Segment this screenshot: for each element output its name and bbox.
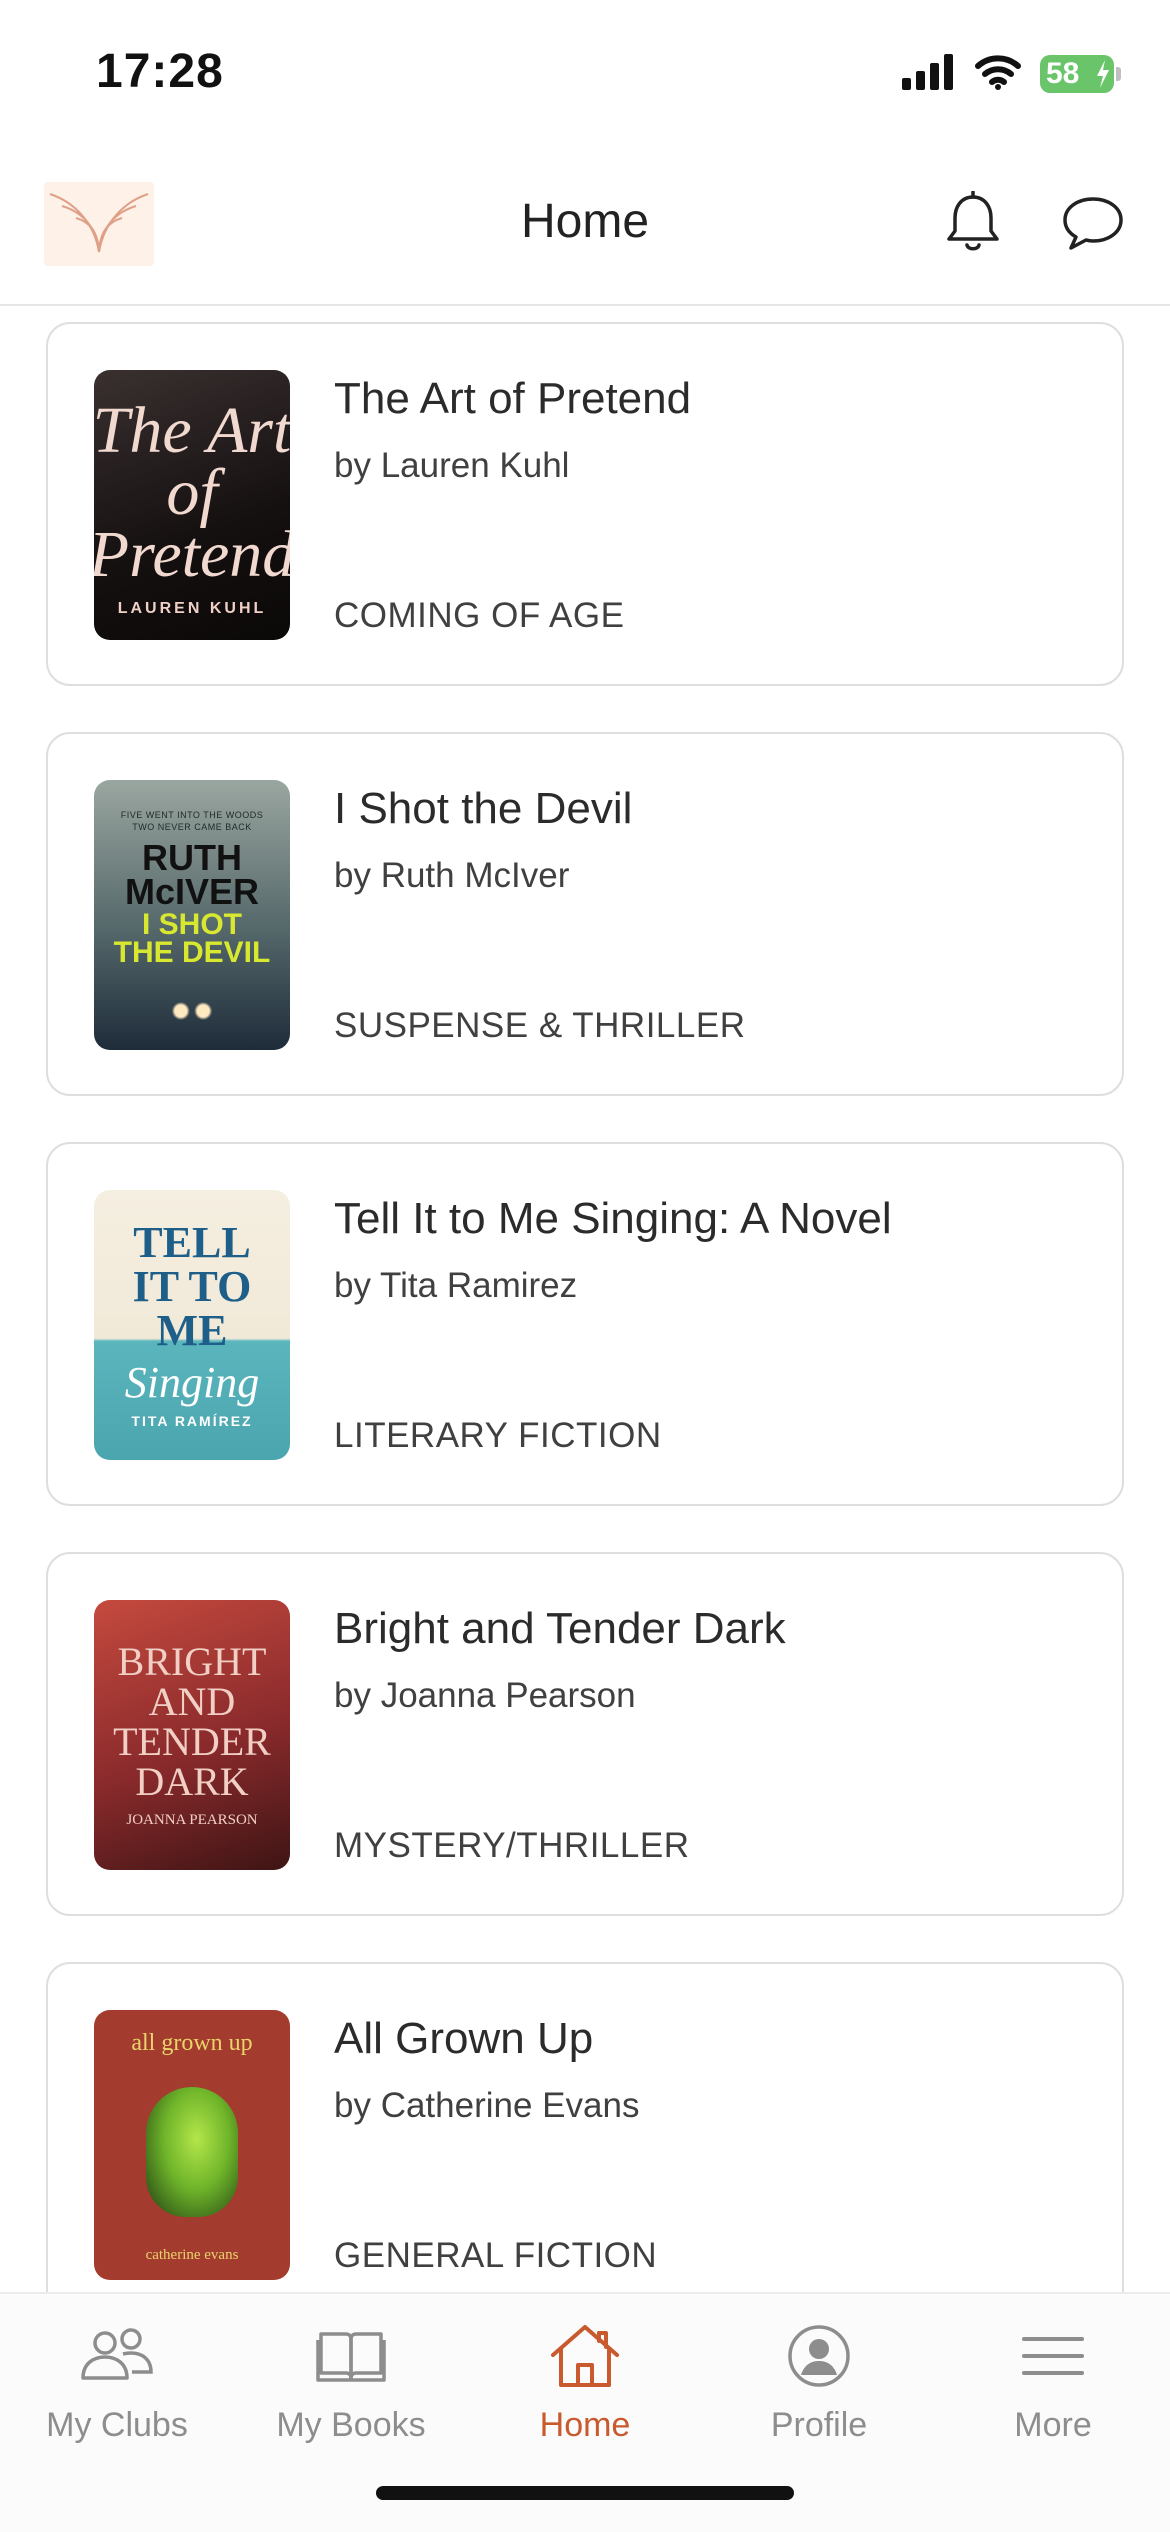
book-cover: TELL IT TO ME Singing TITA RAMÍREZ: [94, 1190, 290, 1460]
book-card[interactable]: BRIGHT AND TENDER DARK JOANNA PEARSON Br…: [46, 1552, 1124, 1916]
book-title: Tell It to Me Singing: A Novel: [334, 1194, 892, 1243]
book-title: Bright and Tender Dark: [334, 1604, 786, 1653]
cover-title: I SHOT THE DEVIL: [113, 908, 271, 969]
bell-icon: [947, 191, 999, 251]
cover-title: all grown up: [131, 2030, 253, 2056]
tab-label: Home: [539, 2406, 631, 2444]
book-genre: LITERARY FICTION: [334, 1416, 662, 1455]
app-header: Home: [0, 160, 1170, 306]
cover-title: BRIGHT AND TENDER DARK: [113, 1638, 271, 1804]
tab-more[interactable]: More: [936, 2294, 1170, 2454]
cover-tagline: FIVE WENT INTO THE WOODS TWO NEVER CAME …: [120, 810, 264, 832]
battery-percent: 58: [1046, 57, 1080, 90]
signal-icon: [902, 53, 956, 95]
status-icons: 58: [902, 52, 1121, 96]
book-cover: all grown up catherine evans: [94, 2010, 290, 2280]
menu-lines-icon: [1020, 2318, 1086, 2394]
book-genre: MYSTERY/THRILLER: [334, 1826, 690, 1865]
open-book-icon: [316, 2318, 386, 2394]
home-indicator[interactable]: [376, 2486, 794, 2500]
tab-label: More: [1014, 2406, 1092, 2444]
book-card[interactable]: all grown up catherine evans All Grown U…: [46, 1962, 1124, 2292]
cover-author: JOANNA PEARSON: [126, 1811, 258, 1828]
notifications-button[interactable]: [938, 188, 1008, 258]
person-circle-icon: [786, 2318, 852, 2394]
tab-profile[interactable]: Profile: [702, 2294, 936, 2454]
status-bar: 17:28 58: [0, 0, 1170, 150]
cover-title: TELL IT TO ME: [132, 1218, 252, 1355]
book-title: All Grown Up: [334, 2014, 594, 2063]
cover-author: LAUREN KUHL: [117, 600, 267, 617]
book-list[interactable]: The Art of Pretend LAUREN KUHL The Art o…: [0, 308, 1170, 2292]
cover-author: TITA RAMÍREZ: [131, 1413, 253, 1429]
tab-label: My Clubs: [46, 2406, 188, 2444]
book-cover: BRIGHT AND TENDER DARK JOANNA PEARSON: [94, 1600, 290, 1870]
people-icon: [77, 2318, 157, 2394]
book-author: by Ruth McIver: [334, 856, 570, 895]
charging-bolt-icon: [1097, 60, 1109, 88]
book-author: by Tita Ramirez: [334, 1266, 578, 1305]
book-card[interactable]: TELL IT TO ME Singing TITA RAMÍREZ Tell …: [46, 1142, 1124, 1506]
book-title: I Shot the Devil: [334, 784, 633, 833]
face-illustration: [146, 2087, 238, 2217]
tab-label: Profile: [770, 2406, 868, 2444]
tab-label: My Books: [276, 2406, 426, 2444]
book-cover: The Art of Pretend LAUREN KUHL: [94, 370, 290, 640]
battery-icon: 58: [1040, 55, 1121, 93]
cover-author: RUTH McIVER: [124, 837, 260, 912]
book-author: by Lauren Kuhl: [334, 446, 570, 485]
messages-button[interactable]: [1058, 188, 1128, 258]
book-genre: SUSPENSE & THRILLER: [334, 1006, 746, 1045]
tab-my-clubs[interactable]: My Clubs: [0, 2294, 234, 2454]
book-card[interactable]: The Art of Pretend LAUREN KUHL The Art o…: [46, 322, 1124, 686]
chat-bubble-icon: [1063, 197, 1123, 250]
status-time: 17:28: [96, 45, 224, 98]
book-author: by Joanna Pearson: [334, 1676, 636, 1715]
book-card[interactable]: FIVE WENT INTO THE WOODS TWO NEVER CAME …: [46, 732, 1124, 1096]
book-genre: GENERAL FICTION: [334, 2236, 658, 2275]
book-author: by Catherine Evans: [334, 2086, 640, 2125]
cover-author: catherine evans: [145, 2247, 239, 2263]
wifi-icon: [974, 54, 1022, 95]
cover-title: The Art of Pretend: [94, 394, 290, 591]
tab-my-books[interactable]: My Books: [234, 2294, 468, 2454]
book-genre: COMING OF AGE: [334, 596, 625, 635]
book-title: The Art of Pretend: [334, 374, 692, 423]
book-cover: FIVE WENT INTO THE WOODS TWO NEVER CAME …: [94, 780, 290, 1050]
cover-title-script: Singing: [124, 1358, 260, 1407]
tab-home[interactable]: Home: [468, 2294, 702, 2454]
headlights-illustration: [164, 1001, 220, 1021]
house-icon: [549, 2318, 621, 2394]
